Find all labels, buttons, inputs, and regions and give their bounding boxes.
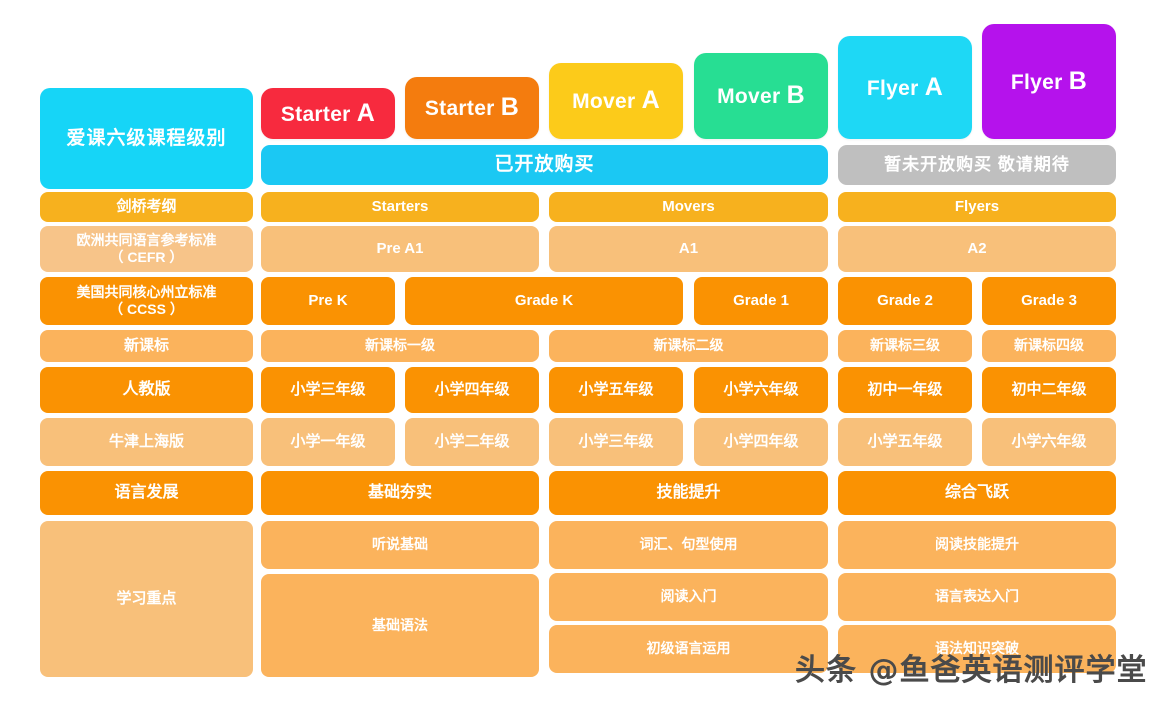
focus-item: 阅读入门 bbox=[549, 573, 828, 621]
level-name: Mover B bbox=[717, 81, 805, 110]
level-suffix: B bbox=[1068, 66, 1088, 95]
focus-item: 初级语言运用 bbox=[549, 625, 828, 673]
level-header-starter-a[interactable]: Starter A bbox=[261, 88, 395, 139]
level-name: Starter A bbox=[280, 98, 376, 127]
row-xinkebiao-value: 新课标一级 bbox=[261, 330, 539, 362]
row-ccss-value: Grade 1 bbox=[694, 277, 828, 325]
row-xinkebiao-value: 新课标四级 bbox=[982, 330, 1116, 362]
focus-item: 语法知识突破 bbox=[838, 625, 1116, 673]
row-renjiao-value: 小学六年级 bbox=[694, 367, 828, 413]
row-label-cambridge: 剑桥考纲 bbox=[40, 192, 253, 222]
focus-item: 听说基础 bbox=[261, 521, 539, 569]
row-cambridge-value: Movers bbox=[549, 192, 828, 222]
row-ccss-value: Grade 3 bbox=[982, 277, 1116, 325]
row-label-renjiao: 人教版 bbox=[40, 367, 253, 413]
row-language-value: 技能提升 bbox=[549, 471, 828, 515]
level-suffix: A bbox=[641, 86, 660, 115]
level-suffix: A bbox=[356, 98, 376, 127]
level-suffix: B bbox=[500, 93, 520, 122]
focus-item: 基础语法 bbox=[261, 574, 539, 677]
row-oxford-value: 小学六年级 bbox=[982, 418, 1116, 466]
focus-item: 语言表达入门 bbox=[838, 573, 1116, 621]
row-ccss-value: Grade 2 bbox=[838, 277, 972, 325]
level-header-mover-b[interactable]: Mover B bbox=[694, 53, 828, 139]
row-language-value: 综合飞跃 bbox=[838, 471, 1116, 515]
row-label-xinkebiao: 新课标 bbox=[40, 330, 253, 362]
row-renjiao-value: 小学五年级 bbox=[549, 367, 683, 413]
availability-open-banner[interactable]: 已开放购买 bbox=[261, 145, 828, 185]
row-oxford-value: 小学五年级 bbox=[838, 418, 972, 466]
row-renjiao-value: 小学三年级 bbox=[261, 367, 395, 413]
row-renjiao-value: 初中二年级 bbox=[982, 367, 1116, 413]
row-renjiao-value: 初中一年级 bbox=[838, 367, 972, 413]
level-suffix: A bbox=[924, 72, 944, 101]
availability-closed-banner: 暂未开放购买 敬请期待 bbox=[838, 145, 1116, 185]
row-cefr-value: A2 bbox=[838, 226, 1116, 272]
row-cefr-value: Pre A1 bbox=[261, 226, 539, 272]
level-header-mover-a[interactable]: Mover A bbox=[549, 63, 683, 139]
course-level-chart: Starter A Starter B Mover A Mover B Flyer A F… bbox=[0, 0, 1163, 701]
row-cefr-value: A1 bbox=[549, 226, 828, 272]
level-name: Starter B bbox=[424, 93, 520, 122]
row-ccss-value: Pre K bbox=[261, 277, 395, 325]
row-label-language: 语言发展 bbox=[40, 471, 253, 515]
row-language-value: 基础夯实 bbox=[261, 471, 539, 515]
row-xinkebiao-value: 新课标二级 bbox=[549, 330, 828, 362]
row-renjiao-value: 小学四年级 bbox=[405, 367, 539, 413]
row-xinkebiao-value: 新课标三级 bbox=[838, 330, 972, 362]
row-ccss-value: Grade K bbox=[405, 277, 683, 325]
row-label-focus: 学习重点 bbox=[40, 521, 253, 677]
focus-item: 词汇、句型使用 bbox=[549, 521, 828, 569]
row-cambridge-value: Starters bbox=[261, 192, 539, 222]
focus-item: 阅读技能提升 bbox=[838, 521, 1116, 569]
chart-title-cell: 爱课六级课程级别 bbox=[40, 88, 253, 189]
row-oxford-value: 小学四年级 bbox=[694, 418, 828, 466]
level-header-starter-b[interactable]: Starter B bbox=[405, 77, 539, 139]
row-oxford-value: 小学二年级 bbox=[405, 418, 539, 466]
row-oxford-value: 小学三年级 bbox=[549, 418, 683, 466]
row-oxford-value: 小学一年级 bbox=[261, 418, 395, 466]
row-label-ccss: 美国共同核心州立标准 （ CCSS ） bbox=[40, 277, 253, 325]
row-label-cefr: 欧洲共同语言参考标准 （ CEFR ） bbox=[40, 226, 253, 272]
row-cambridge-value: Flyers bbox=[838, 192, 1116, 222]
level-header-flyer-b[interactable]: Flyer B bbox=[982, 24, 1116, 139]
row-label-oxford: 牛津上海版 bbox=[40, 418, 253, 466]
level-name: Flyer A bbox=[866, 72, 944, 101]
level-name: Mover A bbox=[572, 86, 660, 115]
level-suffix: B bbox=[786, 81, 805, 110]
level-header-flyer-a[interactable]: Flyer A bbox=[838, 36, 972, 139]
level-name: Flyer B bbox=[1010, 66, 1088, 95]
